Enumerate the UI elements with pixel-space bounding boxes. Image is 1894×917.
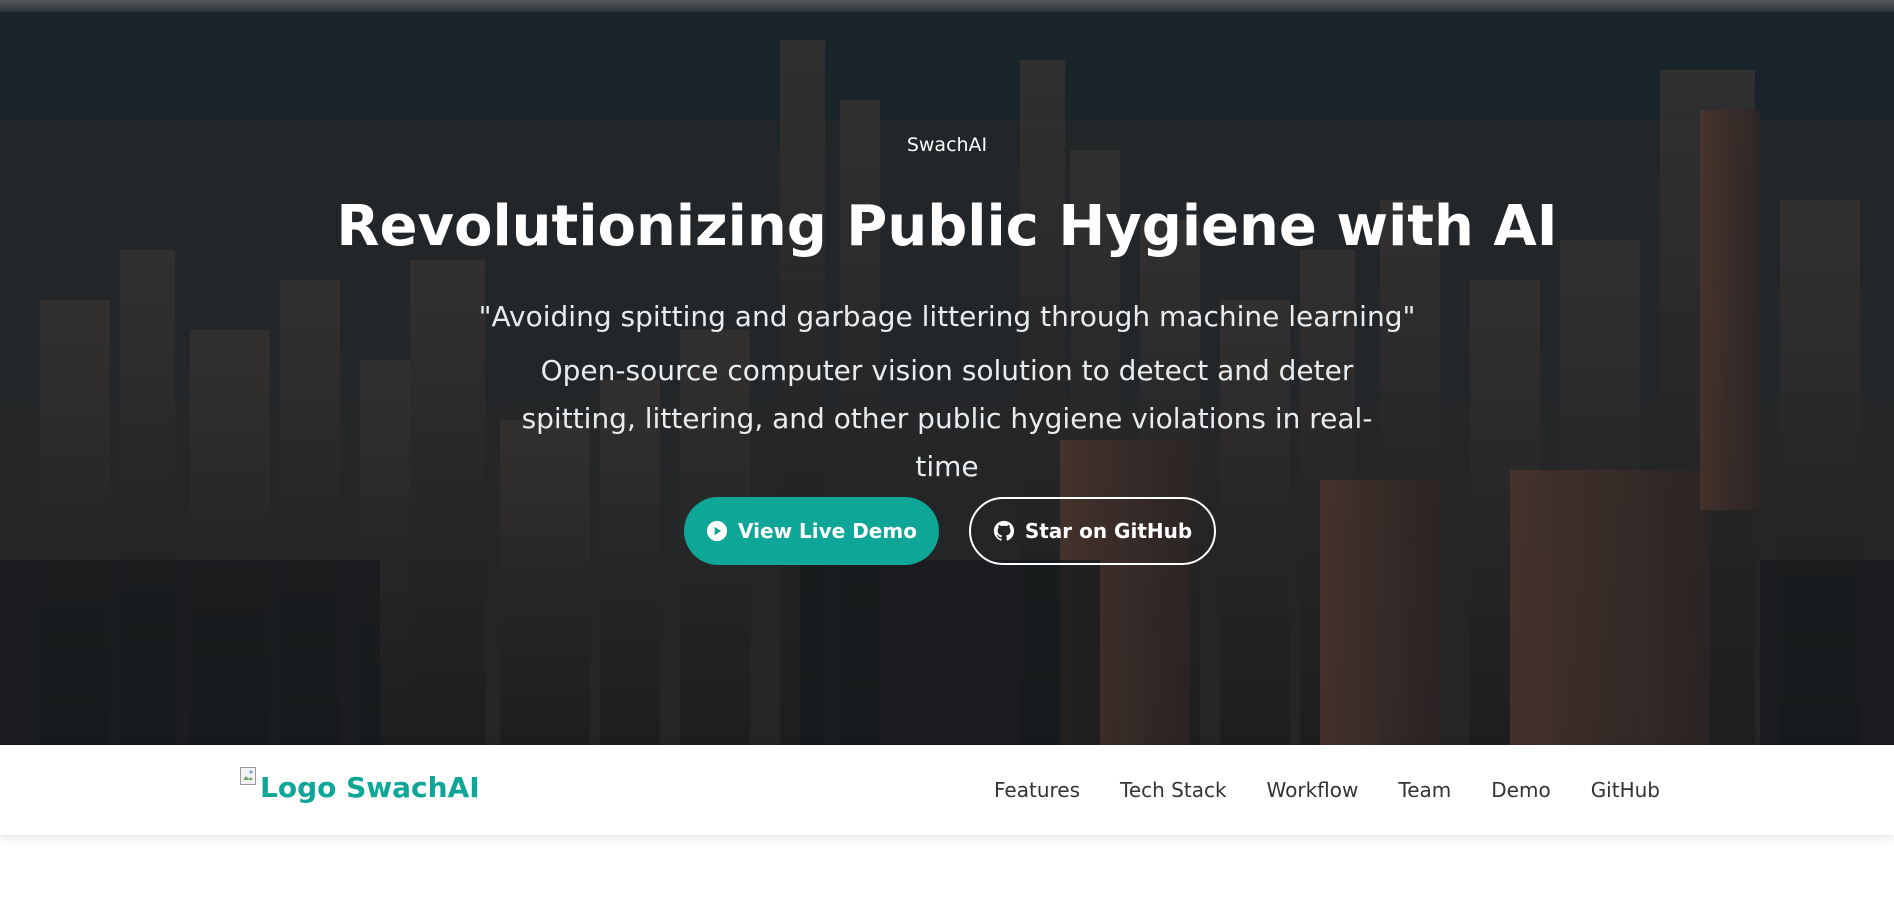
nav-link-workflow[interactable]: Workflow — [1267, 778, 1359, 802]
logo-alt-text: Logo — [260, 770, 337, 804]
star-on-github-button[interactable]: Star on GitHub — [969, 497, 1216, 565]
logo[interactable]: Logo SwachAI — [240, 767, 480, 807]
play-circle-icon — [706, 520, 728, 542]
view-live-demo-label: View Live Demo — [738, 519, 917, 543]
hero-content: SwachAI Revolutionizing Public Hygiene w… — [0, 0, 1894, 745]
github-icon — [993, 520, 1014, 541]
hero-description: Open-source computer vision solution to … — [521, 354, 1373, 483]
logo-text: SwachAI — [346, 770, 480, 804]
hero-brand: SwachAI — [906, 134, 988, 156]
hero-section: SwachAI Revolutionizing Public Hygiene w… — [0, 0, 1894, 745]
nav-link-team[interactable]: Team — [1398, 778, 1451, 802]
view-live-demo-button[interactable]: View Live Demo — [684, 497, 939, 565]
nav-link-demo[interactable]: Demo — [1491, 778, 1550, 802]
nav-links: Features Tech Stack Workflow Team Demo G… — [954, 745, 1660, 835]
broken-image-icon — [240, 767, 256, 785]
star-on-github-label: Star on GitHub — [1024, 519, 1193, 543]
nav-link-features[interactable]: Features — [994, 778, 1080, 802]
hero-tagline: "Avoiding spitting and garbage littering… — [478, 300, 1416, 333]
navbar: Logo SwachAI Features Tech Stack Workflo… — [0, 745, 1894, 835]
hero-headline: Revolutionizing Public Hygiene with AI — [336, 194, 1558, 259]
nav-link-tech-stack[interactable]: Tech Stack — [1120, 778, 1227, 802]
nav-link-github[interactable]: GitHub — [1591, 778, 1660, 802]
